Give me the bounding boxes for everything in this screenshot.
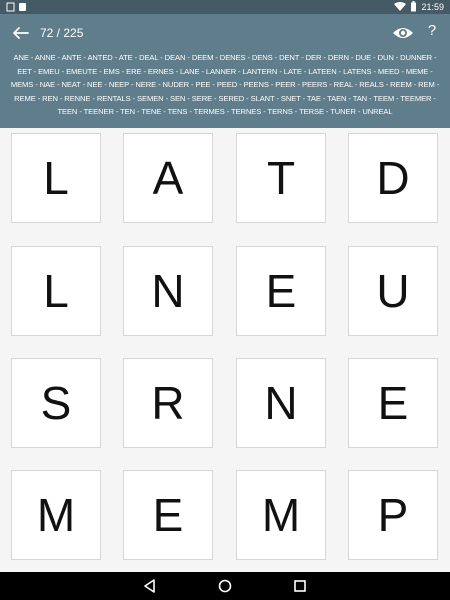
letter-tile[interactable]: D [348,133,438,223]
letter-tile[interactable]: E [123,470,213,560]
wifi-icon [394,1,407,11]
letter-tile[interactable]: N [236,358,326,448]
triangle-back-icon [144,579,155,593]
help-button[interactable]: ? [424,22,440,42]
letter-tile[interactable]: M [236,470,326,560]
nav-home-button[interactable] [217,578,233,594]
app-bar: 72 / 225 ? ANE - ANNE - ANTE - ANTED - A… [0,14,450,128]
letter-tile[interactable]: M [11,470,101,560]
letter-tile[interactable]: T [236,133,326,223]
letter-board: L A T D L N E U S R N E M E M P [0,128,450,572]
nav-back-button[interactable] [142,578,158,594]
arrow-back-icon [13,27,29,39]
status-bar: 21:59 [0,0,450,14]
circle-home-icon [218,579,232,593]
square-recents-icon [294,580,306,592]
letter-tile[interactable]: E [236,246,326,336]
back-button[interactable] [10,24,32,42]
battery-icon [411,1,417,12]
letter-tile[interactable]: P [348,470,438,560]
eye-icon [393,28,413,38]
letter-tile[interactable]: L [11,246,101,336]
clock: 21:59 [421,1,444,12]
letter-tile[interactable]: E [348,358,438,448]
nav-recents-button[interactable] [292,578,308,594]
navigation-bar [0,572,450,600]
letter-tile[interactable]: A [123,133,213,223]
found-words-list: ANE - ANNE - ANTE - ANTED - ATE - DEAL -… [10,53,440,117]
letter-tile[interactable]: S [11,358,101,448]
reveal-button[interactable] [392,25,414,41]
system-icons: 21:59 [394,1,444,12]
letter-tile[interactable]: N [123,246,213,336]
letter-tile[interactable]: U [348,246,438,336]
letter-tile[interactable]: R [123,358,213,448]
notification-icons [6,2,28,12]
notification-icon [6,2,26,12]
progress-counter: 72 / 225 [40,26,84,40]
letter-tile[interactable]: L [11,133,101,223]
